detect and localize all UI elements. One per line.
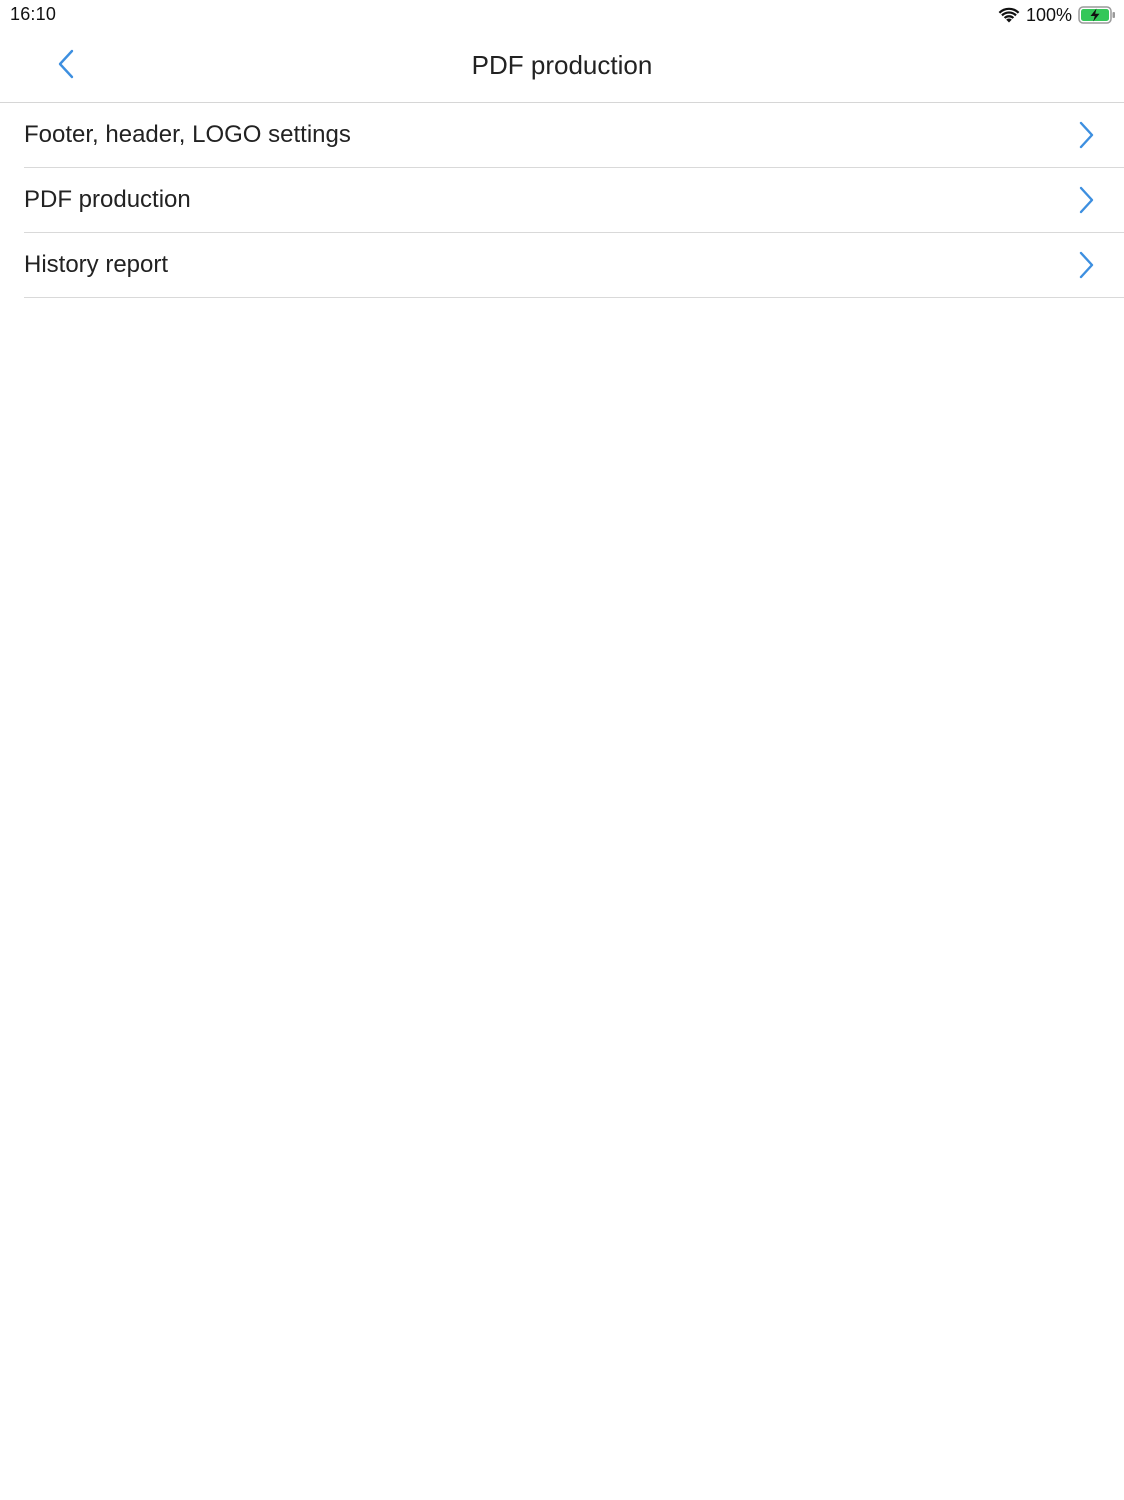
chevron-right-icon bbox=[1076, 251, 1096, 279]
status-time: 16:10 bbox=[10, 4, 57, 24]
menu-item-label: PDF production bbox=[24, 186, 191, 213]
menu-item-history-report[interactable]: History report bbox=[24, 233, 1124, 298]
menu-item-label: Footer, header, LOGO settings bbox=[24, 121, 351, 148]
status-bar: 16:10 100% bbox=[0, 0, 1124, 30]
battery-percent: 100% bbox=[1025, 4, 1072, 25]
chevron-right-icon bbox=[1076, 186, 1096, 214]
menu-list: Footer, header, LOGO settings PDF produc… bbox=[0, 103, 1124, 298]
menu-item-label: History report bbox=[24, 251, 169, 278]
menu-item-pdf-production[interactable]: PDF production bbox=[24, 168, 1124, 233]
menu-item-footer-header-logo-settings[interactable]: Footer, header, LOGO settings bbox=[24, 103, 1124, 168]
battery-charging-icon bbox=[1078, 5, 1116, 25]
navigation-bar: PDF production bbox=[0, 30, 1124, 103]
page-title: PDF production bbox=[471, 50, 653, 80]
chevron-right-icon bbox=[1076, 121, 1096, 149]
status-indicators: 100% bbox=[998, 3, 1116, 27]
wifi-icon bbox=[998, 6, 1020, 24]
